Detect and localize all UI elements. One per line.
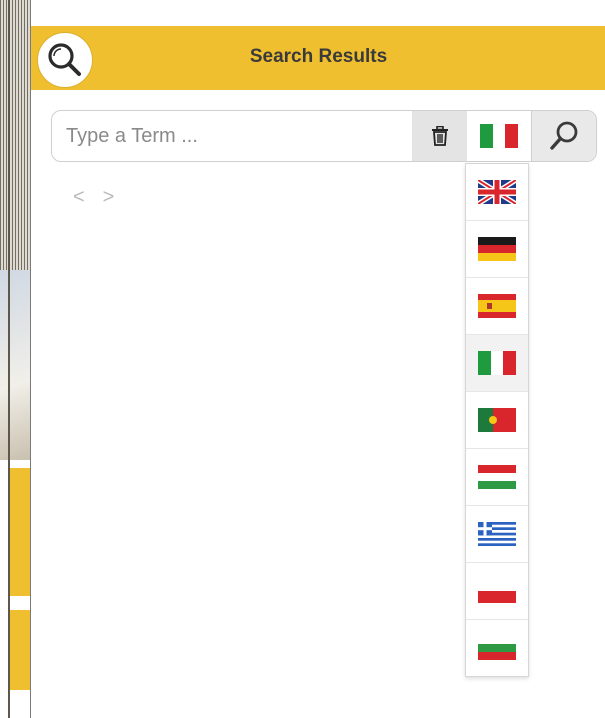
prev-page-button[interactable]: <	[73, 186, 97, 209]
background-photo-lower	[0, 270, 30, 460]
greece-flag-icon	[478, 522, 516, 546]
language-option-en[interactable]	[466, 164, 528, 220]
italy-flag-icon	[480, 124, 518, 148]
language-dropdown	[465, 163, 529, 677]
background-app	[0, 0, 30, 718]
next-page-button[interactable]: >	[103, 186, 127, 209]
spain-flag-icon	[478, 294, 516, 318]
language-option-pl[interactable]	[466, 562, 528, 619]
hungary-flag-icon	[478, 465, 516, 489]
language-option-hu[interactable]	[466, 448, 528, 505]
panel-header: Search Results	[31, 26, 605, 90]
search-submit-button[interactable]	[531, 111, 596, 161]
search-icon	[550, 121, 578, 150]
background-edge	[8, 0, 10, 718]
page-title: Search Results	[249, 46, 388, 67]
language-option-bg[interactable]	[466, 619, 528, 676]
language-option-it[interactable]	[466, 334, 528, 391]
background-yellow-bar	[10, 610, 30, 690]
language-option-pt[interactable]	[466, 391, 528, 448]
panel-top-spacer	[31, 0, 605, 24]
uk-flag-icon	[478, 180, 516, 204]
trash-icon	[431, 126, 448, 146]
language-option-es[interactable]	[466, 277, 528, 334]
italy-flag-icon	[478, 351, 516, 375]
search-input[interactable]	[52, 111, 412, 161]
search-bar	[51, 110, 597, 162]
pagination: < >	[73, 186, 127, 209]
search-results-panel: Search Results Type a Term ... < >	[30, 0, 605, 718]
language-selector[interactable]	[467, 111, 531, 161]
germany-flag-icon	[478, 237, 516, 261]
portugal-flag-icon	[478, 408, 516, 432]
background-yellow-bar	[10, 468, 30, 596]
language-option-de[interactable]	[466, 220, 528, 277]
clear-button[interactable]	[412, 111, 467, 161]
poland-flag-icon	[478, 579, 516, 603]
language-option-el[interactable]	[466, 505, 528, 562]
bulgaria-flag-icon	[478, 636, 516, 660]
